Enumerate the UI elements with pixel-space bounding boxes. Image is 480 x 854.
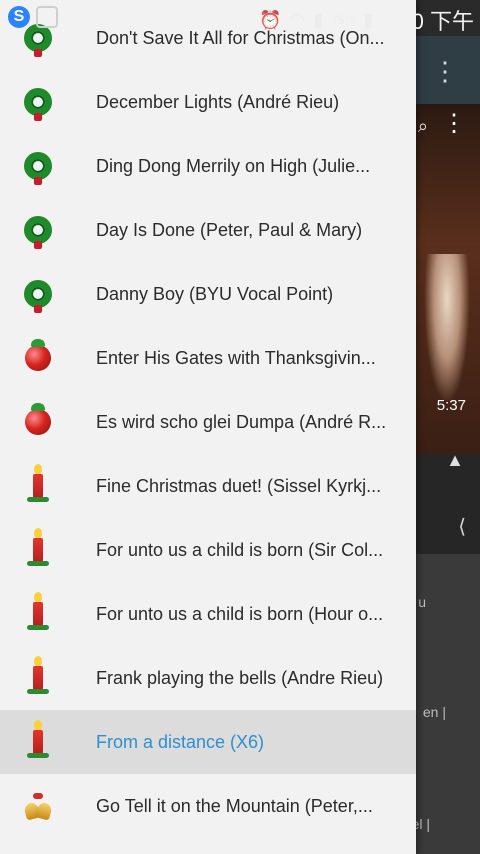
list-item-label: Go Tell it on the Mountain (Peter,... [96,795,373,816]
list-item-label: December Lights (André Rieu) [96,91,340,112]
list-item-label: Frank playing the bells (Andre Rieu) [96,667,384,688]
list-item-label: From a distance (X6) [96,731,265,752]
video-duration: 5:37 [436,397,466,414]
app-notification-icon: S [8,6,30,28]
candle-icon [20,720,56,760]
list-item-label: Danny Boy (BYU Vocal Point) [96,283,334,304]
share-icon[interactable]: ⟨ [458,514,466,539]
list-item-label: Es wird scho glei Dumpa (André R... [96,411,387,432]
image-notification-icon [36,6,58,28]
video-menu-icon[interactable]: ⋮ [442,112,466,136]
wreath-icon [20,276,56,313]
list-item[interactable]: Day Is Done (Peter, Paul & Mary) [0,198,416,262]
video-thumbnail-figure [424,254,470,404]
list-item-label: Enter His Gates with Thanksgivin... [96,347,376,368]
wreath-icon [20,212,56,249]
list-fragment: u [418,594,426,610]
status-time: 8:40 下午 [381,9,474,34]
overflow-menu-icon[interactable]: ⋮ [432,58,458,84]
search-icon[interactable]: ⌕ [418,116,428,137]
list-item[interactable]: Fine Christmas duet! (Sissel Kyrkj... [0,454,416,518]
ornament-icon [20,339,56,376]
wifi-icon: ◠ [289,9,306,30]
list-item-label: Ding Dong Merrily on High (Julie... [96,155,371,176]
battery-icon: ▮ [363,9,374,30]
list-item-label: For unto us a child is born (Hour o... [96,603,384,624]
wreath-icon [20,84,56,121]
alarm-icon: ⏰ [259,9,282,30]
candle-icon [20,656,56,696]
list-item[interactable]: From a distance (X6) [0,710,416,774]
list-item[interactable]: Enter His Gates with Thanksgivin... [0,326,416,390]
candle-icon [20,464,56,504]
bells-icon [20,788,56,824]
signal-icon: ▮ [313,9,324,30]
list-item[interactable]: December Lights (André Rieu) [0,70,416,134]
battery-percent: 75% [331,13,356,27]
navigation-drawer: Don't Save It All for Christmas (On... De… [0,0,416,854]
list-item[interactable]: Go Tell it on the Mountain (Peter,... [0,774,416,838]
ornament-icon [20,403,56,440]
playlist: Don't Save It All for Christmas (On... De… [0,6,416,838]
list-item[interactable]: For unto us a child is born (Hour o... [0,582,416,646]
list-item-label: For unto us a child is born (Sir Col... [96,539,384,560]
list-item[interactable]: Frank playing the bells (Andre Rieu) [0,646,416,710]
wreath-icon [20,148,56,185]
candle-icon [20,528,56,568]
list-item[interactable]: Ding Dong Merrily on High (Julie... [0,134,416,198]
status-bar: S ⏰ ◠ ▮ 75% ▮ 8:40 下午 [0,0,480,36]
list-fragment: en | [422,704,446,720]
candle-icon [20,592,56,632]
list-item[interactable]: Danny Boy (BYU Vocal Point) [0,262,416,326]
collapse-up-icon[interactable]: ▲ [446,450,464,471]
list-item-label: Day Is Done (Peter, Paul & Mary) [96,219,363,240]
list-item[interactable]: For unto us a child is born (Sir Col... [0,518,416,582]
list-item[interactable]: Es wird scho glei Dumpa (André R... [0,390,416,454]
list-item-label: Fine Christmas duet! (Sissel Kyrkj... [96,475,382,496]
